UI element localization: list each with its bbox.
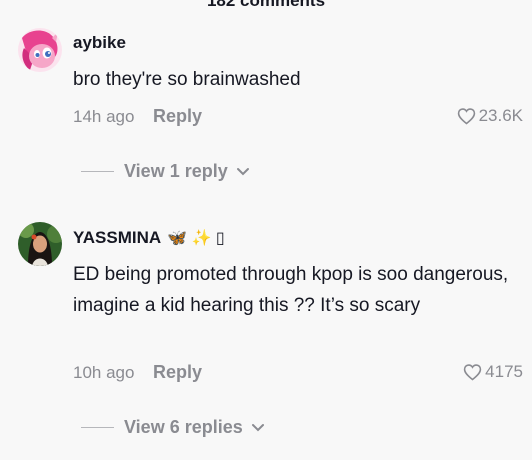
heart-icon (463, 364, 482, 381)
like-count: 23.6K (478, 106, 523, 125)
username-emojis: 🦋 ✨ ▯ (167, 230, 225, 247)
reply-button[interactable]: Reply (153, 362, 202, 383)
view-replies-label: View 1 reply (124, 161, 228, 181)
view-replies-button[interactable]: View 6 replies (81, 417, 265, 438)
girl-photo-avatar-icon (18, 222, 62, 266)
comment-text: ED being promoted through kpop is soo da… (73, 264, 509, 316)
divider-line (81, 426, 114, 429)
divider-line (81, 170, 114, 173)
user-avatar[interactable] (18, 222, 62, 266)
like-button[interactable]: 23.6K (457, 106, 523, 126)
chevron-down-icon (236, 167, 250, 177)
view-replies-label: View 6 replies (124, 417, 243, 437)
comment-username[interactable]: YASSMINA 🦋 ✨ ▯ (73, 228, 225, 248)
like-count: 4175 (485, 362, 523, 381)
reply-button[interactable]: Reply (153, 106, 202, 127)
comment-time: 10h ago (73, 363, 135, 382)
username-text: YASSMINA (73, 228, 162, 247)
comment-text: bro they're so brainwashed (73, 69, 301, 90)
view-replies-button[interactable]: View 1 reply (81, 161, 250, 182)
chevron-down-icon (251, 423, 265, 433)
comment-username[interactable]: aybike (73, 33, 126, 53)
pink-pony-avatar-icon (18, 28, 62, 72)
heart-icon (457, 108, 475, 125)
user-avatar[interactable] (18, 28, 62, 72)
like-button[interactable]: 4175 (463, 362, 523, 382)
comment-time: 14h ago (73, 107, 135, 126)
comments-count-header: 182 comments (206, 0, 326, 10)
